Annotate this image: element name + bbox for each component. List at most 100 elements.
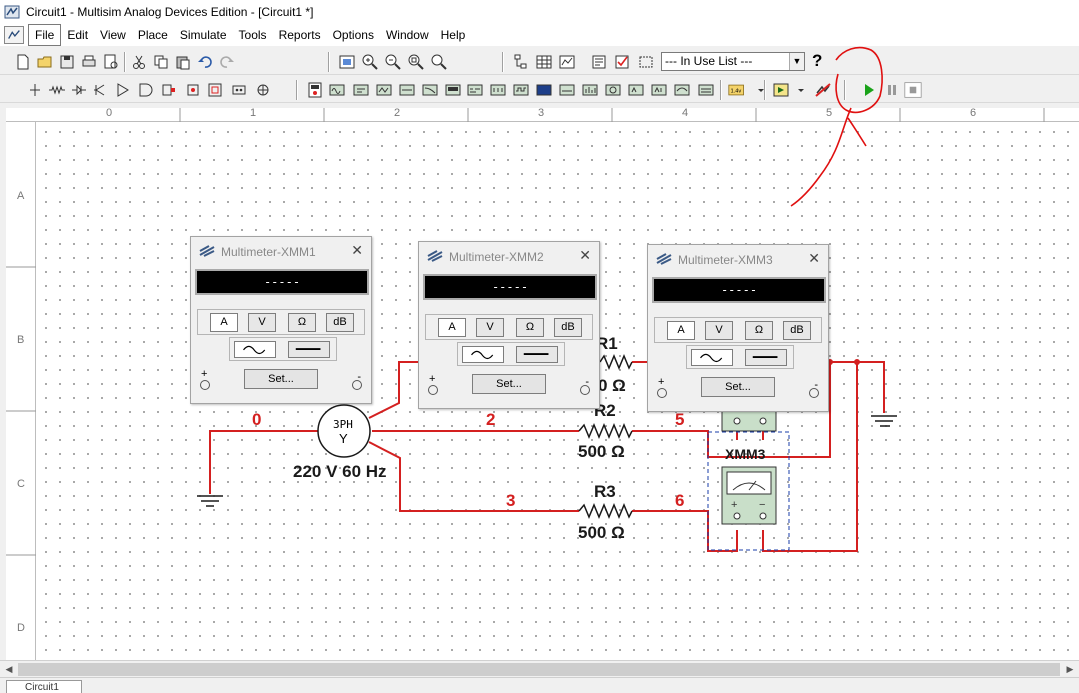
negative-terminal[interactable] [352, 380, 362, 390]
ohmmeter-mode-button[interactable]: Ω [745, 321, 773, 340]
help-icon[interactable]: ? [812, 51, 822, 71]
menu-reports[interactable]: Reports [273, 25, 327, 45]
decibel-mode-button[interactable]: dB [554, 318, 582, 337]
menu-view[interactable]: View [94, 25, 132, 45]
ac-mode-button[interactable] [462, 346, 504, 363]
menu-tools[interactable]: Tools [233, 25, 273, 45]
negative-terminal[interactable] [580, 385, 590, 395]
positive-terminal[interactable] [657, 388, 667, 398]
copy-icon[interactable] [152, 53, 170, 71]
scrollbar-thumb[interactable] [18, 663, 1060, 676]
multimeter-instrument-icon[interactable] [306, 81, 324, 99]
multimeter-title-bar[interactable]: Multimeter-XMM1 ✕ [191, 237, 371, 265]
decibel-mode-button[interactable]: dB [783, 321, 811, 340]
menu-edit[interactable]: Edit [61, 25, 94, 45]
menu-file[interactable]: File [28, 24, 62, 46]
menu-simulate[interactable]: Simulate [174, 25, 233, 45]
pause-simulation-icon[interactable] [883, 81, 901, 99]
source-component-icon[interactable] [26, 81, 44, 99]
voltmeter-mode-button[interactable]: V [705, 321, 733, 340]
multimeter-xmm1-window[interactable]: Multimeter-XMM1 ✕ ----- A V Ω dB + - Set… [190, 236, 372, 404]
redo-icon[interactable] [218, 53, 236, 71]
menu-options[interactable]: Options [327, 25, 380, 45]
dc-mode-button[interactable] [288, 341, 330, 358]
zoom-in-icon[interactable] [361, 53, 379, 71]
stop-simulation-icon[interactable] [904, 81, 926, 99]
save-icon[interactable] [58, 53, 76, 71]
erc-check-icon[interactable] [613, 53, 631, 71]
menu-place[interactable]: Place [132, 25, 174, 45]
full-screen-icon[interactable] [338, 53, 356, 71]
misc-digital-icon[interactable] [206, 81, 224, 99]
new-file-icon[interactable] [14, 53, 32, 71]
print-preview-icon[interactable] [102, 53, 120, 71]
select-area-icon[interactable] [637, 53, 655, 71]
spectrum-analyzer-icon[interactable] [581, 81, 599, 99]
scroll-left-icon[interactable]: ◀ [2, 663, 16, 676]
postprocessor-icon[interactable] [590, 53, 608, 71]
run-to-icon[interactable] [772, 81, 790, 99]
probe-dropdown-icon[interactable] [752, 81, 764, 99]
ammeter-mode-button[interactable]: A [438, 318, 466, 337]
grapher-icon[interactable] [558, 53, 576, 71]
negative-terminal[interactable] [809, 388, 819, 398]
scroll-right-icon[interactable]: ▶ [1063, 663, 1077, 676]
horizontal-scrollbar[interactable]: ◀ ▶ [0, 660, 1079, 677]
probe-14v-icon[interactable]: 1.4v [728, 81, 750, 99]
agilent-generator-icon[interactable] [627, 81, 645, 99]
mcu-component-icon[interactable] [184, 81, 202, 99]
positive-terminal[interactable] [428, 385, 438, 395]
run-simulation-icon[interactable] [860, 81, 878, 99]
oscilloscope-icon[interactable] [375, 81, 393, 99]
bode-plotter-icon[interactable] [421, 81, 439, 99]
print-icon[interactable] [80, 53, 98, 71]
dc-mode-button[interactable] [745, 349, 787, 366]
ammeter-mode-button[interactable]: A [210, 313, 238, 332]
ac-mode-button[interactable] [691, 349, 733, 366]
ac-mode-button[interactable] [234, 341, 276, 358]
set-button[interactable]: Set... [472, 374, 546, 394]
network-analyzer-icon[interactable] [604, 81, 622, 99]
close-icon[interactable]: ✕ [351, 242, 363, 259]
ammeter-mode-button[interactable]: A [667, 321, 695, 340]
four-channel-scope-icon[interactable] [398, 81, 416, 99]
multimeter-xmm3-window[interactable]: Multimeter-XMM3 ✕ ----- A V Ω dB + - Set… [647, 244, 829, 412]
tektronix-scope-icon[interactable] [697, 81, 715, 99]
run-dropdown-icon[interactable] [792, 81, 804, 99]
menu-help[interactable]: Help [435, 25, 472, 45]
zoom-area-icon[interactable] [407, 53, 425, 71]
wattmeter-icon[interactable] [352, 81, 370, 99]
close-icon[interactable]: ✕ [579, 247, 591, 264]
multimeter-title-bar[interactable]: Multimeter-XMM2 ✕ [419, 242, 599, 270]
document-menu-icon[interactable] [4, 26, 24, 44]
zoom-out-icon[interactable] [384, 53, 402, 71]
iv-analyzer-icon[interactable] [535, 81, 553, 99]
analog-component-icon[interactable] [114, 81, 132, 99]
ohmmeter-mode-button[interactable]: Ω [516, 318, 544, 337]
in-use-list-dropdown[interactable]: --- In Use List --- ▼ [661, 52, 805, 71]
frequency-counter-icon[interactable] [444, 81, 462, 99]
multimeter-xmm2-window[interactable]: Multimeter-XMM2 ✕ ----- A V Ω dB + - Set… [418, 241, 600, 409]
decibel-mode-button[interactable]: dB [326, 313, 354, 332]
logic-analyzer-icon[interactable] [512, 81, 530, 99]
dc-mode-button[interactable] [516, 346, 558, 363]
hierarchy-icon[interactable] [512, 53, 530, 71]
mixed-component-icon[interactable] [230, 81, 248, 99]
diode-component-icon[interactable] [70, 81, 88, 99]
voltmeter-mode-button[interactable]: V [476, 318, 504, 337]
ttl-component-icon[interactable] [136, 81, 154, 99]
spreadsheet-icon[interactable] [535, 53, 553, 71]
cmos-component-icon[interactable] [160, 81, 178, 99]
distortion-analyzer-icon[interactable] [558, 81, 576, 99]
sheet-tab-circuit1[interactable]: Circuit1 [6, 680, 82, 693]
voltmeter-mode-button[interactable]: V [248, 313, 276, 332]
set-button[interactable]: Set... [244, 369, 318, 389]
basic-component-icon[interactable] [48, 81, 66, 99]
paste-icon[interactable] [174, 53, 192, 71]
cut-icon[interactable] [130, 53, 148, 71]
close-icon[interactable]: ✕ [808, 250, 820, 267]
multimeter-title-bar[interactable]: Multimeter-XMM3 ✕ [648, 245, 828, 273]
chevron-down-icon[interactable]: ▼ [789, 53, 804, 70]
set-button[interactable]: Set... [701, 377, 775, 397]
agilent-multimeter-icon[interactable] [650, 81, 668, 99]
